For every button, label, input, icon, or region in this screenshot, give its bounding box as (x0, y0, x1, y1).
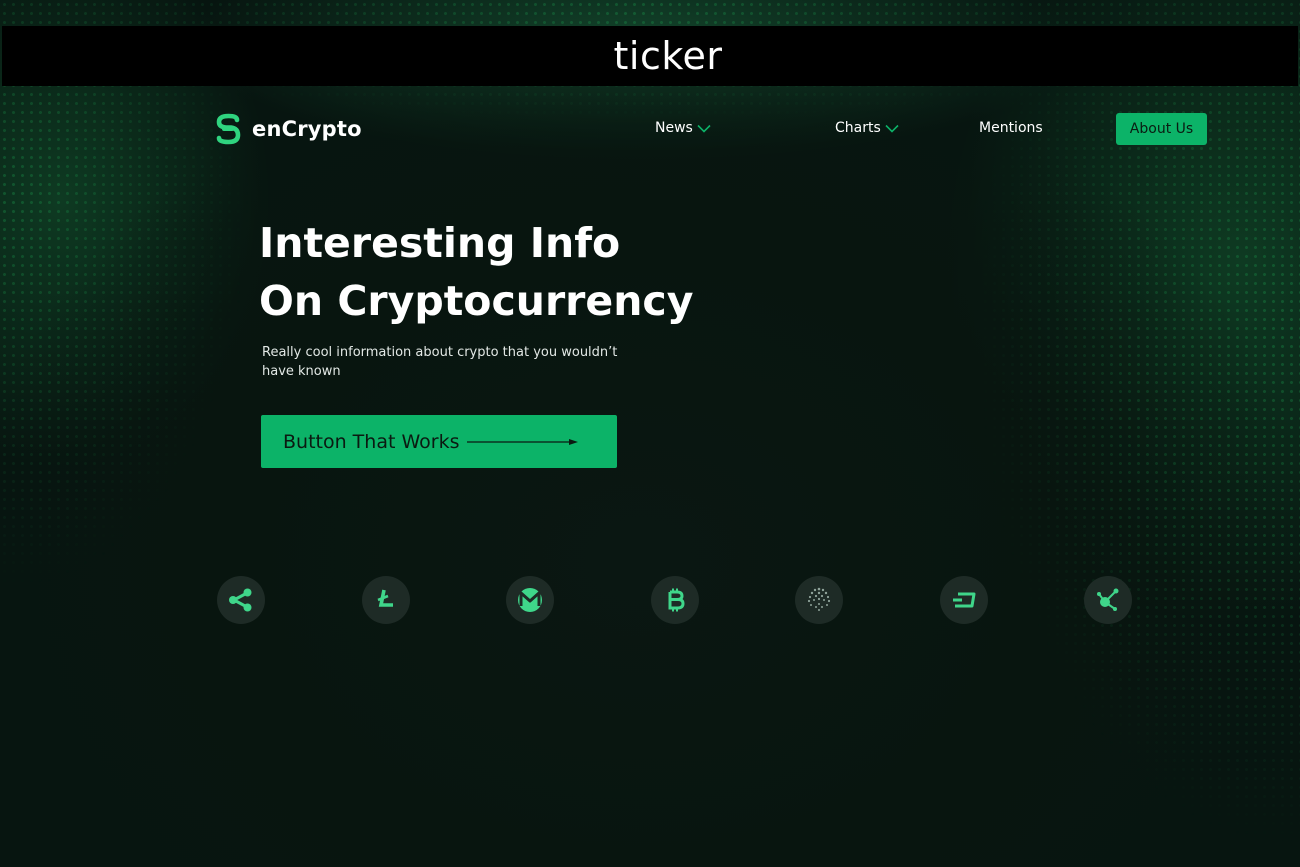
nav-charts-label: Charts (835, 120, 881, 136)
nav-mentions[interactable]: Mentions (979, 120, 1043, 136)
iota-icon (807, 587, 831, 611)
coin-ripple[interactable] (217, 576, 265, 624)
about-us-button[interactable]: About Us (1116, 113, 1207, 145)
litecoin-icon (377, 589, 393, 607)
brand-name: enCrypto (252, 117, 362, 141)
coin-iota[interactable] (795, 576, 843, 624)
monero-icon (518, 588, 542, 612)
cta-label: Button That Works (283, 430, 460, 453)
coin-bitcoin[interactable] (651, 576, 699, 624)
hero-title-line2: On Cryptocurrency (259, 277, 694, 325)
brand-logo-link[interactable]: enCrypto (215, 112, 362, 146)
coin-monero[interactable] (506, 576, 554, 624)
chevron-down-icon (885, 124, 899, 133)
coin-litecoin[interactable] (362, 576, 410, 624)
dotted-wave-background (0, 0, 1300, 867)
nav-news-label: News (655, 120, 693, 136)
hero-title: Interesting Info On Cryptocurrency (259, 214, 779, 330)
chevron-down-icon (697, 124, 711, 133)
ticker-bar: ticker (2, 26, 1298, 86)
ripple-icon (229, 588, 252, 612)
dash-icon (953, 592, 976, 608)
arrow-right-icon (467, 438, 579, 445)
hero-subtitle: Really cool information about crypto tha… (262, 345, 618, 379)
nav-mentions-label: Mentions (979, 120, 1043, 136)
network-icon (1097, 588, 1119, 611)
coin-dash[interactable] (940, 576, 988, 624)
page: ticker enCrypto News Charts Mentions Abo… (0, 0, 1300, 867)
nav-charts[interactable]: Charts (835, 120, 899, 136)
coin-network[interactable] (1084, 576, 1132, 624)
cta-button[interactable]: Button That Works (261, 415, 617, 468)
nav-news[interactable]: News (655, 120, 711, 136)
bitcoin-icon (668, 588, 685, 612)
encrypto-logo-icon (216, 113, 241, 145)
hero-title-line1: Interesting Info (259, 219, 621, 267)
ticker-text: ticker (613, 34, 723, 78)
